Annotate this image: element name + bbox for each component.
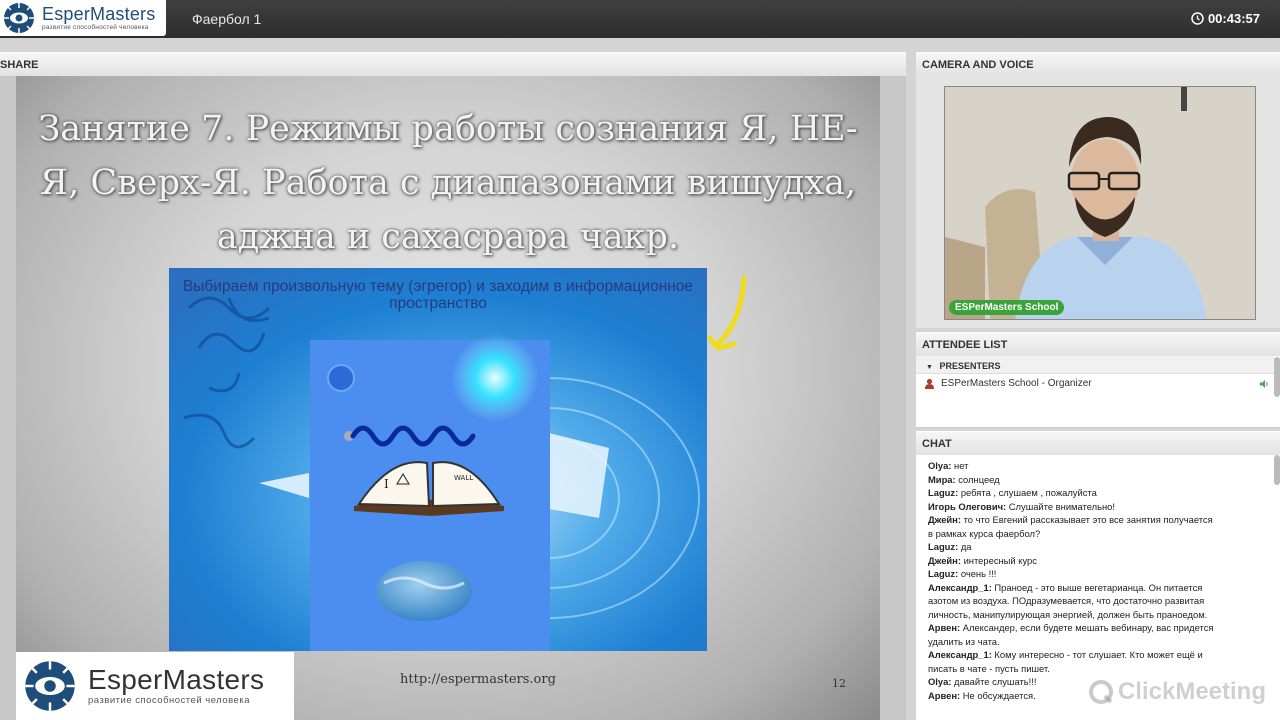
chat-text: давайте слушать!!! (951, 676, 1037, 687)
chat-message: личность, манипулирующая энергией, долже… (928, 608, 1278, 622)
chat-scrollbar[interactable] (1274, 455, 1280, 485)
clickmeeting-logo-icon (1088, 680, 1113, 704)
clock-icon (1191, 12, 1204, 25)
chat-text: Слушайте внимательно! (1006, 500, 1115, 512)
chat-author: Laguz: (928, 568, 959, 579)
svg-text:I: I (384, 477, 389, 491)
chat-author: Александр_1: (928, 649, 992, 660)
chat-message: Арвен: Александер, если будете мешать ве… (928, 621, 1278, 635)
chat-author: Арвен: (928, 689, 961, 701)
slide-logo: EsperMasters развитие способностей челов… (16, 652, 294, 720)
share-viewport[interactable]: Занятие 7. Режимы работы сознания Я, НЕ-… (0, 76, 906, 720)
meeting-title: Фаербол 1 (192, 11, 262, 27)
chat-text: ребята , слушаем , пожалуйста (958, 487, 1097, 498)
logo-subtitle: развитие способностей человека (42, 23, 149, 31)
slide-page-number: 12 (832, 677, 846, 690)
slide-logo-name: EsperMasters (88, 664, 265, 696)
share-panel: SHARE Занятие 7. Режимы работы сознания … (0, 52, 906, 720)
chat-message: азотом из воздуха. ПОдразумевается, что … (928, 594, 1278, 608)
eye-logo-icon (4, 3, 34, 33)
chat-text: то что Евгений рассказывает это все заня… (960, 514, 1213, 525)
chat-author: Мира: (928, 473, 956, 485)
chat-text: удалить из чата. (928, 635, 1000, 647)
chat-message: в рамках курса фаербол? (928, 527, 1278, 541)
camera-header: CAMERA AND VOICE (916, 52, 1280, 76)
illustration-graphic: I WALL (169, 268, 707, 651)
presenters-group[interactable]: ▼ PRESENTERS (916, 356, 1274, 374)
illustration-caption: Выбираем произвольную тему (эгрегор) и з… (182, 278, 694, 312)
attendee-name: ESPerMasters School - Organizer (941, 378, 1092, 389)
yellow-arrow-annotation (707, 275, 747, 351)
chat-text: интересный курс (960, 554, 1037, 566)
chat-text: Александер, если будете мешать вебинару,… (960, 622, 1214, 633)
attendee-list-header: ATTENDEE LIST (916, 332, 1280, 356)
chat-author: Игорь Олегович: (928, 500, 1007, 512)
chat-message: писать в чате - пусть пишет. (928, 662, 1278, 676)
camera-panel: CAMERA AND VOICE ESPerMasters School (916, 52, 1280, 328)
eye-logo-icon (25, 661, 75, 711)
chat-text: Кому интересно - тот слушает. Кто может … (991, 649, 1203, 660)
slide-title: Занятие 7. Режимы работы сознания Я, НЕ-… (38, 109, 858, 257)
chat-panel: CHAT Olya: нет Мира: солнцеед Laguz: реб… (916, 431, 1280, 720)
chat-message: Laguz: очень !!! (928, 567, 1278, 581)
chat-message: Мира: солнцеед (928, 473, 1278, 487)
slide-footer-url: http://espermasters.org (400, 672, 556, 687)
chat-author: Olya: (928, 676, 952, 687)
chat-author: Джейн: (928, 514, 961, 525)
session-timer: 00:43:57 (1191, 11, 1260, 26)
attendee-list-panel: ATTENDEE LIST ▼ PRESENTERS ESPerMasters … (916, 332, 1280, 428)
chat-text: личность, манипулирующая энергией, долже… (928, 608, 1208, 620)
chat-text: нет (951, 460, 969, 471)
chat-header: CHAT (916, 431, 1280, 455)
attendee-item[interactable]: ESPerMasters School - Organizer (924, 378, 1092, 389)
chat-message: Александр_1: Кому интересно - тот слушае… (928, 648, 1278, 662)
chat-text: в рамках курса фаербол? (928, 527, 1041, 539)
slide-illustration: I WALL Выбираем произвольную тему (эгрег… (169, 268, 707, 651)
app-logo[interactable]: EsperMasters развитие способностей челов… (0, 0, 166, 36)
user-icon (925, 378, 934, 389)
chat-text: писать в чате - пусть пишет. (928, 662, 1050, 674)
chat-text: азотом из воздуха. ПОдразумевается, что … (928, 595, 1205, 606)
watermark-text: ClickMeeting (1117, 678, 1266, 705)
chat-text: очень !!! (958, 568, 997, 579)
attendee-scrollbar[interactable] (1274, 357, 1280, 397)
chat-message: Laguz: да (928, 540, 1278, 554)
slide-logo-subtitle: развитие способностей человека (88, 695, 250, 707)
chat-text: Праноед - это выше вегетарианца. Он пита… (991, 581, 1203, 593)
logo-name: EsperMasters (42, 3, 156, 24)
presenter-video[interactable]: ESPerMasters School (944, 86, 1256, 320)
share-header: SHARE (0, 52, 906, 76)
collapse-arrow-icon: ▼ (926, 364, 933, 371)
chat-text: да (958, 541, 972, 552)
timer-value: 00:43:57 (1207, 11, 1260, 26)
chat-text: Не обсуждается. (960, 689, 1036, 701)
chat-message: Olya: нет (928, 459, 1278, 473)
chat-author: Джейн: (928, 554, 961, 566)
chat-message: Джейн: то что Евгений рассказывает это в… (928, 513, 1278, 527)
chat-text: солнцеед (955, 473, 1000, 485)
chat-author: Александр_1: (928, 581, 992, 593)
presenters-label: PRESENTERS (939, 361, 1001, 371)
chat-message: удалить из чата. (928, 635, 1278, 649)
chat-author: Арвен: (928, 622, 961, 633)
chat-author: Olya: (928, 460, 952, 471)
video-frame (945, 87, 1255, 319)
chat-author: Laguz: (928, 487, 959, 498)
chat-message: Игорь Олегович: Слушайте внимательно! (928, 500, 1278, 514)
chat-message: Александр_1: Праноед - это выше вегетари… (928, 581, 1278, 595)
chat-message: Джейн: интересный курс (928, 554, 1278, 568)
speaker-icon[interactable] (1260, 379, 1270, 392)
book-label: WALL (454, 474, 473, 482)
chat-message: Laguz: ребята , слушаем , пожалуйста (928, 486, 1278, 500)
video-name-badge: ESPerMasters School (949, 300, 1065, 315)
chat-author: Laguz: (928, 541, 959, 552)
presentation-slide: Занятие 7. Режимы работы сознания Я, НЕ-… (16, 76, 880, 720)
clickmeeting-watermark: ClickMeeting (1088, 678, 1266, 706)
top-bar: EsperMasters развитие способностей челов… (0, 0, 1280, 38)
